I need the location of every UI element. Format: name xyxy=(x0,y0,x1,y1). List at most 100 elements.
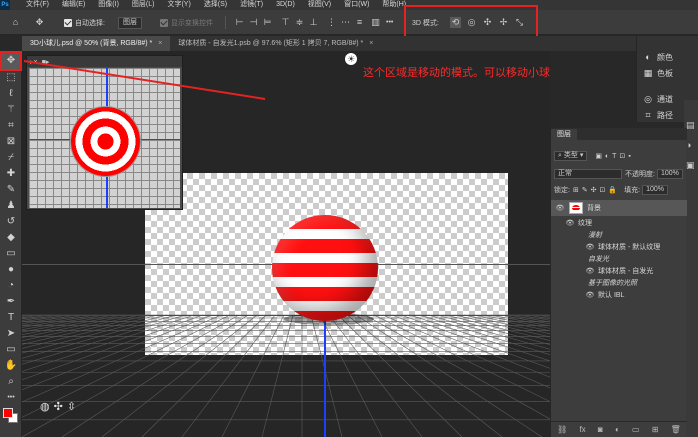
type-tool-icon[interactable]: T xyxy=(3,311,19,325)
tab-layers[interactable]: 图层 xyxy=(551,129,577,141)
dolly-camera-icon[interactable]: ⇳ xyxy=(67,400,76,413)
menu-layer[interactable]: 图层(L) xyxy=(132,0,155,10)
menu-select[interactable]: 选择(S) xyxy=(204,0,227,10)
stamp-tool-icon[interactable]: ♟ xyxy=(3,199,19,213)
layer-row[interactable]: 👁 背景 xyxy=(551,200,687,216)
pen-tool-icon[interactable]: ✒ xyxy=(3,295,19,309)
blur-tool-icon[interactable]: ● xyxy=(3,263,19,277)
x-axis-line xyxy=(22,315,550,316)
orbit-camera-icon[interactable]: ◍ xyxy=(40,400,50,413)
link-icon[interactable]: ⛓ xyxy=(557,425,567,434)
align-middle-icon[interactable]: ≑ xyxy=(294,17,305,28)
align-bottom-icon[interactable]: ⊥ xyxy=(308,17,319,28)
filter-icons[interactable]: ▣◐T⊡▪ xyxy=(595,152,633,160)
secondary-view-grid xyxy=(29,68,180,208)
align-left-icon[interactable]: ⊢ xyxy=(234,17,245,28)
shape-tool-icon[interactable]: ▭ xyxy=(3,343,19,357)
layer-filter-dropdown[interactable]: ⌕ 类型 ▾ xyxy=(554,150,588,161)
lasso-tool-icon[interactable]: ℓ xyxy=(3,87,19,101)
home-icon[interactable]: ⌂ xyxy=(10,17,21,28)
auto-select-dropdown[interactable]: 图层 xyxy=(118,16,142,29)
tab-sphere-material[interactable]: 球体材质 - 自发光1.psb @ 97.6% (矩形 1 拷贝 7, RGB/… xyxy=(170,36,381,51)
menu-3d[interactable]: 3D(D) xyxy=(276,0,295,10)
visibility-eye-icon[interactable]: 👁 xyxy=(585,243,595,251)
gradient-tool-icon[interactable]: ▭ xyxy=(3,247,19,261)
light-icon[interactable]: ☀ xyxy=(345,53,357,65)
brush-tool-icon[interactable]: ✎ xyxy=(3,183,19,197)
tab-3d-ball[interactable]: 3D小球儿.psd @ 50% (背景, RGB/8#) * × xyxy=(22,36,171,51)
distribute-h-icon[interactable]: ⋯ xyxy=(340,17,351,28)
visibility-eye-icon[interactable]: 👁 xyxy=(585,267,595,275)
foreground-color-swatch[interactable] xyxy=(3,408,13,418)
zoom-tool-icon[interactable]: ⌕ xyxy=(3,375,19,389)
menu-filter[interactable]: 滤镜(T) xyxy=(240,0,263,10)
menu-window[interactable]: 窗口(W) xyxy=(344,0,369,10)
visibility-eye-icon[interactable]: 👁 xyxy=(565,219,575,227)
dock-paths[interactable]: ⌗ 路径 xyxy=(643,108,673,122)
dock-color[interactable]: ◐ 颜色 xyxy=(643,50,673,64)
auto-select-checkbox[interactable] xyxy=(64,18,72,27)
layer-row[interactable]: 👁 默认 IBL xyxy=(551,288,687,302)
more-tools-icon[interactable]: ••• xyxy=(3,391,19,405)
libraries-icon[interactable]: ▣ xyxy=(686,160,695,171)
magic-wand-icon[interactable]: ⚚ xyxy=(3,103,19,117)
crop-tool-icon[interactable]: ⌗ xyxy=(3,119,19,133)
trash-icon[interactable]: 🗑 xyxy=(671,425,681,434)
eyedropper-icon[interactable]: ⌿ xyxy=(3,151,19,165)
fx-icon[interactable]: fx xyxy=(579,425,585,434)
align-center-icon[interactable]: ⊣ xyxy=(248,17,259,28)
menu-image[interactable]: 图像(I) xyxy=(98,0,119,10)
blend-mode-dropdown[interactable]: 正常 xyxy=(554,168,622,179)
striped-3d-sphere[interactable] xyxy=(272,215,378,321)
properties-icon[interactable]: ▤ xyxy=(686,120,695,131)
layer-name: 漫射 xyxy=(588,232,602,239)
pan-camera-icon[interactable]: ✣ xyxy=(54,400,63,413)
close-icon[interactable]: × xyxy=(369,36,373,51)
canvas-area[interactable]: ☀ 这个区域是移动的模式。可以移动小球的角度等 ◍ ✣ ⇳ ▸× ■▸ xyxy=(22,51,550,437)
history-brush-icon[interactable]: ↺ xyxy=(3,215,19,229)
align-top-icon[interactable]: ⊤ xyxy=(280,17,291,28)
adjustment-icon[interactable]: ◐ xyxy=(615,425,620,434)
align-right-icon[interactable]: ⊨ xyxy=(262,17,273,28)
auto-select-value[interactable]: 图层 xyxy=(118,16,142,29)
lock-label: 锁定: xyxy=(554,186,570,194)
hand-tool-icon[interactable]: ✋ xyxy=(3,359,19,373)
dock-channels[interactable]: ◎ 通道 xyxy=(643,92,673,106)
menu-file[interactable]: 文件(F) xyxy=(26,0,49,10)
close-icon[interactable]: × xyxy=(158,36,162,51)
menu-view[interactable]: 视图(V) xyxy=(308,0,331,10)
opacity-input[interactable]: 100% xyxy=(656,168,683,179)
eraser-tool-icon[interactable]: ◆ xyxy=(3,231,19,245)
menu-edit[interactable]: 编辑(E) xyxy=(62,0,85,10)
show-transform-checkbox[interactable] xyxy=(160,18,168,27)
adjustments-icon[interactable]: ◑ xyxy=(686,140,691,150)
dock-swatches[interactable]: ▦ 色板 xyxy=(643,66,673,80)
menu-help[interactable]: 帮助(H) xyxy=(382,0,406,10)
more-options-button[interactable]: ••• xyxy=(386,16,393,29)
secondary-view-panel[interactable]: ▸× ■▸ xyxy=(26,55,183,210)
group-icon[interactable]: ▭ xyxy=(632,425,640,434)
dodge-tool-icon[interactable]: ◔ xyxy=(3,279,19,293)
show-transform-option[interactable]: 显示变换控件 xyxy=(160,16,213,29)
distribute-icon[interactable]: ⋮ xyxy=(326,17,337,28)
visibility-eye-icon[interactable]: 👁 xyxy=(585,291,595,299)
new-layer-icon[interactable]: ⊞ xyxy=(652,425,659,434)
healing-brush-icon[interactable]: ✚ xyxy=(3,167,19,181)
lock-icons[interactable]: ⊞✎✣⊡🔒 xyxy=(573,186,620,194)
marquee-tool-icon[interactable]: ⬚ xyxy=(3,71,19,85)
menu-type[interactable]: 文字(Y) xyxy=(167,0,190,10)
mask-icon[interactable]: ◙ xyxy=(598,425,603,434)
photoshop-logo[interactable]: Ps xyxy=(0,0,10,10)
frame-tool-icon[interactable]: ⊠ xyxy=(3,135,19,149)
camera-view-icon[interactable]: ■▸ xyxy=(42,58,50,66)
move-tool-icon[interactable]: ✥ xyxy=(34,17,45,28)
view-menu-icon[interactable]: ▸× xyxy=(30,58,38,66)
layer-thumbnail xyxy=(569,202,583,214)
distribute-spacing-icon[interactable]: ▥ xyxy=(370,17,381,28)
path-select-icon[interactable]: ➤ xyxy=(3,327,19,341)
move-tool-icon[interactable]: ✥ xyxy=(0,51,22,71)
distribute-v-icon[interactable]: ≡ xyxy=(354,17,365,28)
fill-input[interactable]: 100% xyxy=(642,184,668,195)
visibility-eye-icon[interactable]: 👁 xyxy=(555,204,565,212)
auto-select-option[interactable]: 自动选择: xyxy=(64,16,105,29)
